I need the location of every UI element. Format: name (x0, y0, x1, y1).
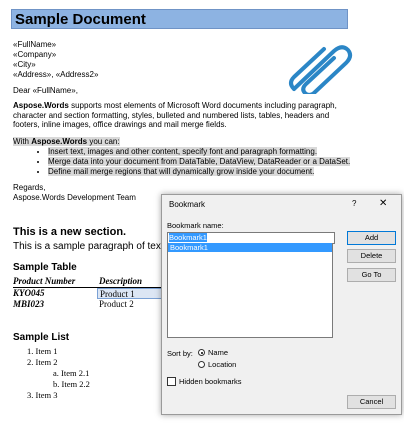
table-cell: KYO045 (13, 288, 45, 298)
with-suffix: you can: (87, 137, 120, 146)
with-prefix: With (13, 137, 32, 146)
checkbox-icon (167, 377, 176, 386)
merge-fields: «FullName» «Company» «City» «Address», «… (13, 40, 98, 80)
sort-name-label: Name (208, 348, 229, 357)
bookmark-list-item[interactable]: Bookmark1 (168, 243, 332, 252)
sort-by-label: Sort by: (167, 349, 193, 358)
sort-location-label: Location (208, 360, 237, 369)
list-item: 2. Item 2 (27, 357, 58, 367)
help-icon[interactable]: ? (352, 199, 356, 208)
bookmark-name-label: Bookmark name: (167, 221, 224, 230)
hidden-bookmarks-label: Hidden bookmarks (179, 377, 242, 386)
table-header-cell: Product Number (13, 276, 76, 286)
table-cell: Product 2 (99, 299, 134, 309)
table-cell: MBI023 (13, 299, 45, 309)
list-item: 1. Item 1 (27, 346, 58, 356)
close-icon[interactable]: ✕ (379, 198, 387, 209)
section-heading: This is a new section. (13, 226, 127, 238)
highlighted-block: With Aspose.Words you can: Insert text, … (13, 137, 358, 177)
team-text: Aspose.Words Development Team (13, 192, 136, 202)
radio-selected-icon (198, 349, 205, 356)
sample-table: Product Number Description KYO045 Produc… (13, 276, 165, 310)
regards-text: Regards, (13, 183, 46, 192)
bookmark-name-value: Bookmark1 (169, 233, 207, 242)
radio-icon (198, 361, 205, 368)
add-button[interactable]: Add (347, 231, 396, 245)
signature: Regards, Aspose.Words Development Team (13, 183, 136, 202)
sample-paragraph: This is a sample paragraph of text (13, 241, 164, 252)
bullet-item: Insert text, images and other content, s… (48, 147, 358, 157)
bullet-item: Define mail merge regions that will dyna… (48, 167, 358, 177)
goto-button[interactable]: Go To (347, 268, 396, 282)
with-brand: Aspose.Words (31, 137, 88, 146)
sort-name-radio[interactable]: Name (198, 348, 228, 357)
bookmark-dialog: Bookmark ? ✕ Bookmark name: Bookmark1 Bo… (161, 194, 402, 415)
hidden-bookmarks-checkbox[interactable]: Hidden bookmarks (167, 377, 242, 386)
bullet-list: Insert text, images and other content, s… (13, 147, 358, 177)
merge-field: «Address», «Address2» (13, 70, 99, 79)
paperclip-icon (289, 45, 353, 94)
delete-button[interactable]: Delete (347, 249, 396, 263)
merge-field: «Company» (13, 50, 57, 59)
document-title: Sample Document (11, 9, 348, 29)
brand-name: Aspose.Words (13, 101, 69, 110)
list-title: Sample List (13, 332, 70, 343)
sort-location-radio[interactable]: Location (198, 360, 236, 369)
intro-paragraph: Aspose.Words supports most elements of M… (13, 101, 358, 130)
table-row: KYO045 Product 1 (13, 288, 165, 299)
table-row: MBI023 Product 2 (13, 299, 165, 310)
table-title: Sample Table (13, 262, 77, 273)
table-header-row: Product Number Description (13, 276, 165, 288)
greeting: Dear «FullName», (13, 86, 78, 95)
cancel-button[interactable]: Cancel (347, 395, 396, 409)
bookmark-list[interactable]: Bookmark1 (167, 243, 333, 338)
sample-list: 1. Item 1 2. Item 2 a. Item 2.1 b. Item … (27, 346, 90, 401)
merge-field: «FullName» (13, 40, 57, 49)
list-subitem: b. Item 2.2 (53, 379, 90, 389)
list-item: 3. Item 3 (27, 390, 58, 400)
table-cell-selected[interactable]: Product 1 (97, 288, 163, 299)
bullet-item: Merge data into your document from DataT… (48, 157, 358, 167)
list-subitem: a. Item 2.1 (53, 368, 90, 378)
table-header-cell: Description (99, 276, 143, 286)
dialog-title: Bookmark (169, 200, 206, 209)
merge-field: «City» (13, 60, 36, 69)
